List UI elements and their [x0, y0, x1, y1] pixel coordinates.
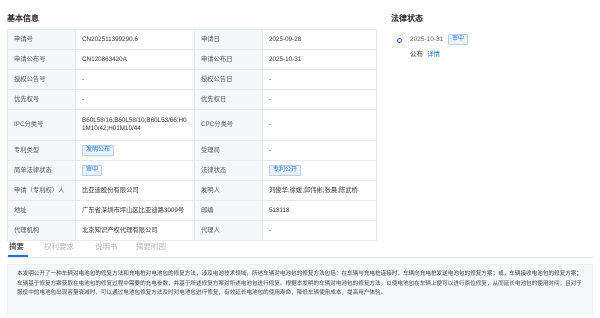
- patent-type-cell: 发明公布: [75, 140, 195, 161]
- postcode-value: 518118: [262, 200, 377, 221]
- tab-claims[interactable]: 权利要求: [44, 241, 74, 252]
- legal-status-title: 法律状态: [391, 14, 423, 23]
- table-row: 优先权号 - 优先权日 -: [7, 89, 377, 110]
- simple-legal-status-cell: 审中: [75, 160, 195, 181]
- patent-type-tag: 发明公布: [82, 145, 115, 156]
- inventor-value: 刘俊华;徐媛;邱伟彬;张晨;陈武桥: [262, 180, 377, 201]
- basic-info-table: 申请号 CN202511399290.6 申请日 2025-09-28 申请公布…: [7, 29, 377, 241]
- postcode-label: 邮编: [194, 200, 263, 221]
- legal-event-date: 2025-10-31: [410, 36, 444, 43]
- simple-legal-status-label: 简单法律状态: [7, 160, 76, 181]
- priority-number-value: -: [75, 89, 195, 110]
- ipc-label: IPC分类号: [7, 109, 76, 141]
- table-row: 申请公布号 CN120863420A 申请公布日 2025-10-31: [7, 49, 377, 70]
- grant-date-value: -: [262, 69, 377, 90]
- publication-number-label: 申请公布号: [7, 49, 76, 70]
- table-row: 申请（专利权）人 比亚迪股份有限公司 发明人 刘俊华;徐媛;邱伟彬;张晨;陈武桥: [7, 180, 377, 201]
- publication-date-label: 申请公布日: [194, 49, 263, 70]
- priority-date-label: 优先权日: [194, 89, 263, 110]
- applicant-label: 申请（专利权）人: [7, 180, 76, 201]
- table-row: IPC分类号 B60L58/16;B60L58/10;B60L53/66;H01…: [7, 109, 377, 141]
- content-tabs: 摘要 权利要求 说明书 摘要附图: [7, 238, 593, 258]
- application-date-label: 申请日: [194, 29, 263, 50]
- tab-abstract[interactable]: 摘要: [9, 241, 24, 252]
- address-label: 地址: [7, 200, 76, 221]
- tab-description[interactable]: 说明书: [95, 241, 118, 252]
- application-date-value: 2025-09-28: [262, 29, 377, 50]
- legal-event-row: 公布 详情: [410, 48, 440, 58]
- application-number-label: 申请号: [7, 29, 76, 50]
- legal-status-tag: 专利公开: [269, 165, 302, 176]
- receiving-office-label: 受理局: [194, 140, 263, 161]
- timeline-dot-icon: [397, 38, 402, 43]
- table-row: 授权公告号 - 授权公告日 -: [7, 69, 377, 90]
- receiving-office-value: -: [262, 140, 377, 161]
- tab-abstract-drawing[interactable]: 摘要附图: [136, 241, 166, 252]
- publication-date-value: 2025-10-31: [262, 49, 377, 70]
- legal-event-status-tag: 审中: [448, 34, 469, 45]
- table-row: 简单法律状态 审中 法律状态 专利公开: [7, 160, 377, 181]
- table-row: 申请号 CN202511399290.6 申请日 2025-09-28: [7, 29, 377, 50]
- application-number-value: CN202511399290.6: [75, 29, 195, 50]
- active-tab-indicator: [8, 255, 28, 257]
- abstract-text: 本发明公开了一种车辆对电池包的修复方法和充电桩对电池包的修复方法，涉及电池技术领…: [7, 264, 593, 314]
- legal-detail-link[interactable]: 详情: [427, 51, 440, 58]
- grant-number-value: -: [75, 69, 195, 90]
- table-row: 专利类型 发明公布 受理局 -: [7, 140, 377, 161]
- grant-date-label: 授权公告日: [194, 69, 263, 90]
- legal-status-label: 法律状态: [194, 160, 263, 181]
- legal-event-name: 公布: [410, 51, 423, 58]
- ipc-value: B60L58/16;B60L58/10;B60L53/66;H01M10/42;…: [75, 109, 195, 141]
- inventor-label: 发明人: [194, 180, 263, 201]
- patent-type-label: 专利类型: [7, 140, 76, 161]
- table-row: 地址 广东省深圳市坪山区比亚迪路3009号 邮编 518118: [7, 200, 377, 221]
- priority-number-label: 优先权号: [7, 89, 76, 110]
- legal-status-cell: 专利公开: [262, 160, 377, 181]
- applicant-link[interactable]: 比亚迪股份有限公司: [75, 180, 195, 201]
- basic-info-title: 基本信息: [7, 14, 39, 23]
- address-value: 广东省深圳市坪山区比亚迪路3009号: [75, 200, 195, 221]
- publication-number-value: CN120863420A: [75, 49, 195, 70]
- simple-legal-status-tag: 审中: [82, 165, 103, 176]
- cpc-label: CPC分类号: [194, 109, 263, 141]
- grant-number-label: 授权公告号: [7, 69, 76, 90]
- cpc-value: -: [262, 109, 377, 141]
- priority-date-value: -: [262, 89, 377, 110]
